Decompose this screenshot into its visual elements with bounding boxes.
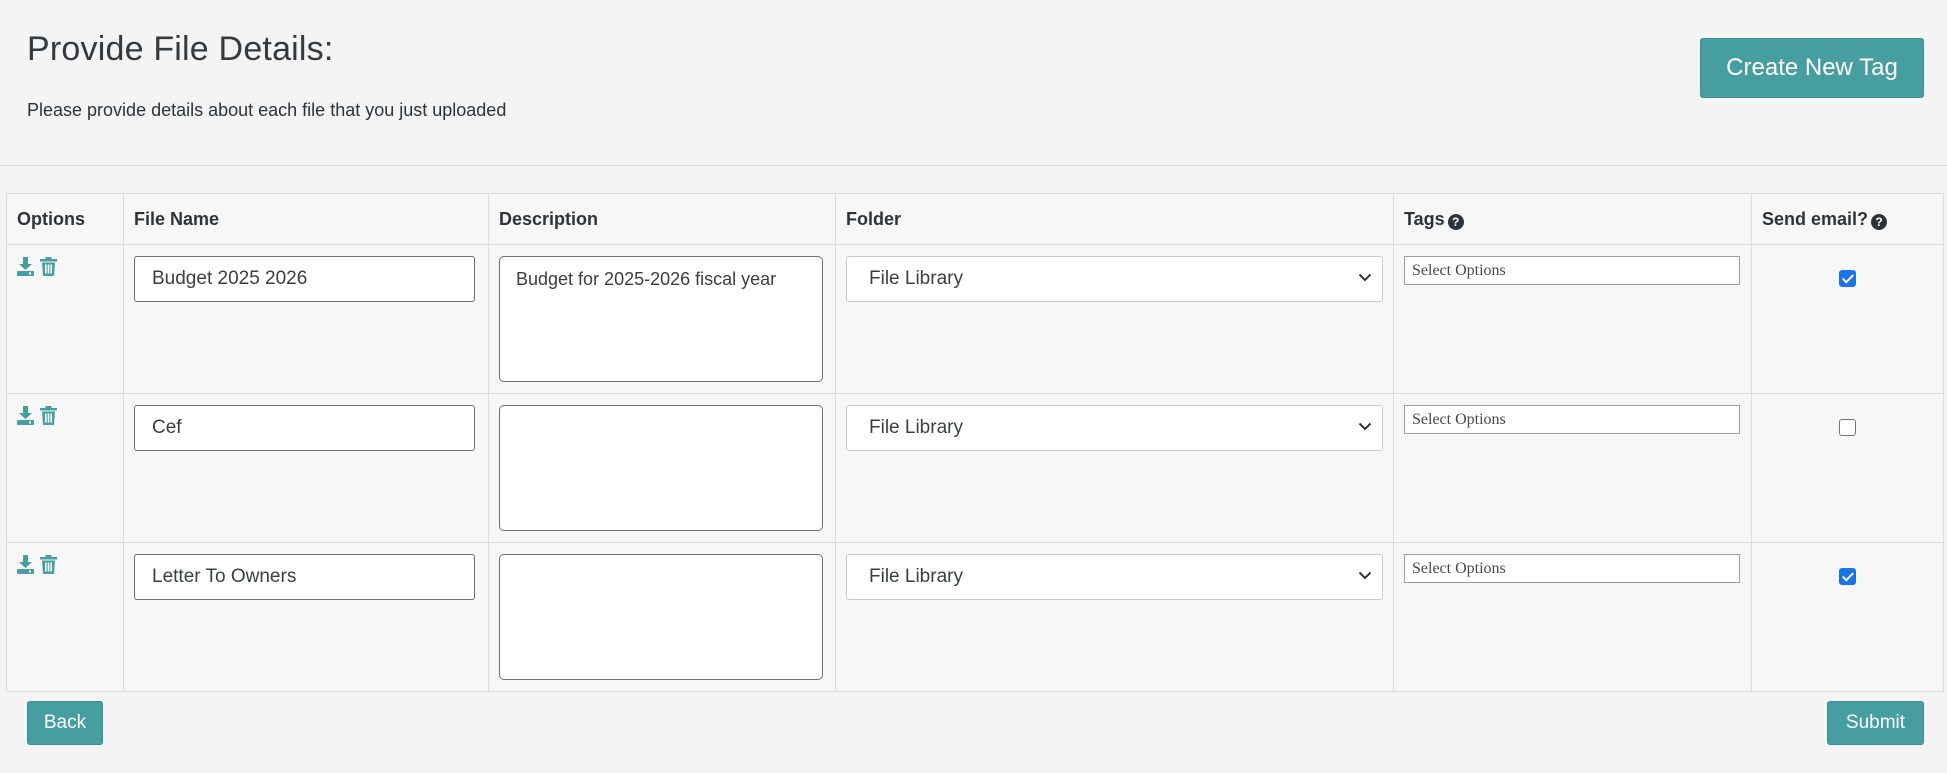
column-header-tags: Tags? bbox=[1393, 193, 1752, 245]
file-name-cell bbox=[123, 393, 489, 543]
chevron-down-icon bbox=[1358, 571, 1372, 580]
tags-cell: Select Options bbox=[1393, 244, 1752, 394]
description-textarea[interactable]: Budget for 2025-2026 fiscal year bbox=[499, 256, 823, 382]
folder-cell: File Library bbox=[835, 244, 1394, 394]
trash-icon[interactable] bbox=[40, 555, 57, 574]
table-row: Budget for 2025-2026 fiscal year File Li… bbox=[6, 244, 1944, 394]
file-details-table: Options File Name Description Folder Tag… bbox=[6, 193, 1944, 692]
description-cell: Budget for 2025-2026 fiscal year bbox=[488, 244, 836, 394]
question-circle-icon[interactable]: ? bbox=[1871, 213, 1888, 230]
file-name-cell bbox=[123, 542, 489, 692]
folder-select-value: File Library bbox=[869, 417, 963, 438]
table-row: File Library Select Options bbox=[6, 542, 1944, 692]
tags-cell: Select Options bbox=[1393, 393, 1752, 543]
column-header-description: Description bbox=[488, 193, 836, 245]
trash-icon[interactable] bbox=[40, 257, 57, 276]
download-icon[interactable] bbox=[17, 555, 34, 574]
folder-cell: File Library bbox=[835, 542, 1394, 692]
folder-cell: File Library bbox=[835, 393, 1394, 543]
download-icon[interactable] bbox=[17, 406, 34, 425]
page-subtitle: Please provide details about each file t… bbox=[27, 100, 507, 120]
send-email-checkbox[interactable] bbox=[1839, 419, 1856, 436]
table-row: File Library Select Options bbox=[6, 393, 1944, 543]
page-title: Provide File Details: bbox=[27, 30, 334, 68]
folder-select[interactable]: File Library bbox=[846, 256, 1383, 302]
send-email-cell bbox=[1751, 244, 1944, 394]
tags-multiselect[interactable]: Select Options bbox=[1404, 554, 1740, 583]
submit-button[interactable]: Submit bbox=[1827, 701, 1924, 745]
download-icon[interactable] bbox=[17, 257, 34, 276]
description-textarea[interactable] bbox=[499, 554, 823, 680]
table-body: Budget for 2025-2026 fiscal year File Li… bbox=[6, 244, 1944, 692]
description-cell bbox=[488, 393, 836, 543]
chevron-down-icon bbox=[1358, 422, 1372, 431]
tags-placeholder: Select Options bbox=[1412, 410, 1506, 428]
send-email-cell bbox=[1751, 542, 1944, 692]
trash-icon[interactable] bbox=[40, 406, 57, 425]
file-name-input[interactable] bbox=[134, 256, 475, 302]
column-header-file-name: File Name bbox=[123, 193, 489, 245]
send-email-checkbox[interactable] bbox=[1839, 568, 1856, 585]
options-cell bbox=[6, 244, 124, 394]
tags-multiselect[interactable]: Select Options bbox=[1404, 405, 1740, 434]
send-email-checkbox[interactable] bbox=[1839, 270, 1856, 287]
column-header-options: Options bbox=[6, 193, 124, 245]
file-details-page: Provide File Details: Please provide det… bbox=[0, 0, 1947, 773]
description-textarea[interactable] bbox=[499, 405, 823, 531]
folder-select[interactable]: File Library bbox=[846, 554, 1383, 600]
file-name-input[interactable] bbox=[134, 405, 475, 451]
tags-multiselect[interactable]: Select Options bbox=[1404, 256, 1740, 285]
table-header-row: Options File Name Description Folder Tag… bbox=[6, 193, 1944, 245]
send-email-cell bbox=[1751, 393, 1944, 543]
back-button[interactable]: Back bbox=[27, 701, 103, 745]
create-new-tag-button[interactable]: Create New Tag bbox=[1700, 38, 1924, 98]
options-cell bbox=[6, 542, 124, 692]
folder-select-value: File Library bbox=[869, 566, 963, 587]
file-name-cell bbox=[123, 244, 489, 394]
question-circle-icon[interactable]: ? bbox=[1447, 213, 1464, 230]
tags-placeholder: Select Options bbox=[1412, 559, 1506, 577]
description-cell bbox=[488, 542, 836, 692]
tags-cell: Select Options bbox=[1393, 542, 1752, 692]
column-header-folder: Folder bbox=[835, 193, 1394, 245]
chevron-down-icon bbox=[1358, 273, 1372, 282]
folder-select-value: File Library bbox=[869, 268, 963, 289]
file-name-input[interactable] bbox=[134, 554, 475, 600]
options-cell bbox=[6, 393, 124, 543]
column-header-send-email: Send email?? bbox=[1751, 193, 1944, 245]
tags-placeholder: Select Options bbox=[1412, 261, 1506, 279]
page-header: Provide File Details: Please provide det… bbox=[0, 0, 1947, 166]
folder-select[interactable]: File Library bbox=[846, 405, 1383, 451]
